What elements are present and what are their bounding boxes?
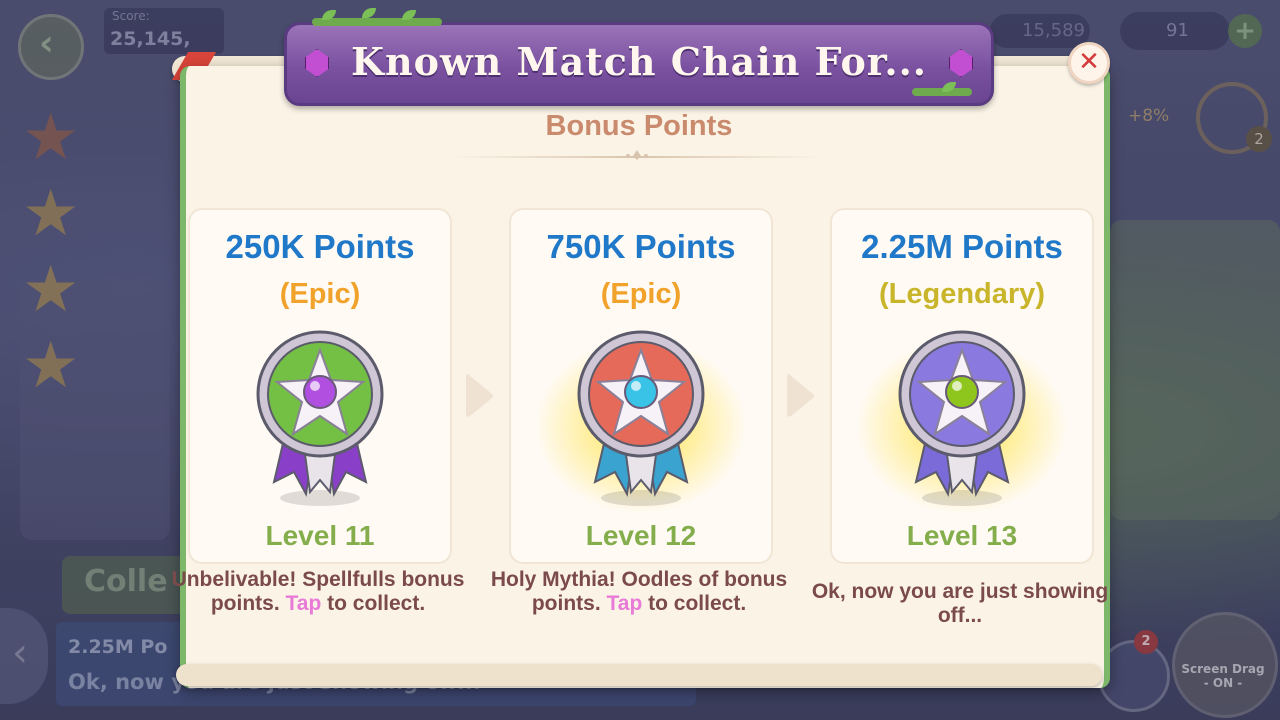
points-amount: 2.25M Points	[861, 228, 1063, 265]
tap-link[interactable]: Tap	[607, 592, 643, 615]
dialog-subtitle: Bonus Points	[545, 110, 733, 142]
points-amount: 750K Points	[546, 228, 736, 265]
description-text: Ok, now you are just showing off...	[811, 580, 1109, 627]
card-description: Unbelivable! Spellfulls bonus points. Ta…	[168, 568, 468, 616]
medal-icon	[577, 330, 705, 506]
dialog-title: Known Match Chain For...	[350, 39, 928, 84]
reward-card[interactable]: 2.25M Points (Legendary) Level 13	[830, 208, 1094, 564]
description-text-end: to collect.	[321, 592, 426, 615]
reward-card[interactable]: 750K Points (Epic) Level 12	[509, 208, 773, 564]
scroll-bottom-roll	[176, 664, 1102, 686]
next-arrow-icon	[787, 374, 814, 417]
medal-icon	[256, 330, 384, 506]
level-label: Level 12	[585, 520, 697, 551]
close-icon: ✕	[1078, 47, 1100, 77]
next-arrow-icon	[466, 374, 493, 417]
points-amount: 250K Points	[225, 228, 415, 265]
ornament-icon	[626, 150, 648, 160]
rarity-label: (Epic)	[600, 278, 682, 310]
level-label: Level 11	[265, 520, 375, 551]
card-description: Holy Mythia! Oodles of bonus points. Tap…	[489, 568, 789, 616]
rarity-label: (Epic)	[279, 278, 361, 310]
match-chain-dialog: Known Match Chain For... ✕ Bonus Points …	[172, 8, 1110, 690]
vine-decoration	[312, 18, 442, 26]
tap-link[interactable]: Tap	[286, 592, 322, 615]
close-button[interactable]: ✕	[1068, 42, 1110, 84]
card-description: Ok, now you are just showing off...	[810, 580, 1110, 628]
description-text-end: to collect.	[642, 592, 747, 615]
rarity-label: (Legendary)	[879, 278, 1045, 310]
medal-icon	[898, 330, 1026, 506]
level-label: Level 13	[906, 520, 1018, 551]
reward-card[interactable]: 250K Points (Epic) Level 11	[188, 208, 452, 564]
title-banner: Known Match Chain For...	[284, 22, 994, 106]
